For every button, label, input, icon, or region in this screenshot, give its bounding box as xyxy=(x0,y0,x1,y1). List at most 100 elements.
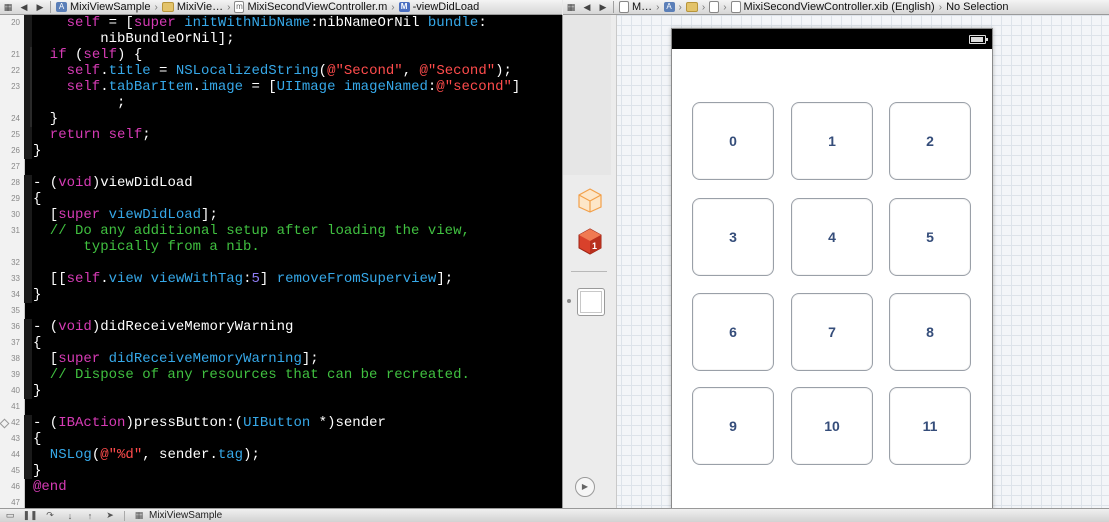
code-fold-ribbon[interactable] xyxy=(24,479,32,495)
related-items-icon[interactable]: ▦ xyxy=(0,2,16,13)
ib-canvas[interactable]: 0 1 2 3 4 5 6 7 8 9 10 11 xyxy=(611,15,1109,508)
code-fold-ribbon[interactable] xyxy=(24,15,32,31)
code-line[interactable]: 47 xyxy=(0,495,562,508)
code-line[interactable]: 30 [super viewDidLoad]; xyxy=(0,207,562,223)
breadcrumb-xib-file[interactable]: MixiSecondViewController.xib (English) xyxy=(728,1,938,13)
code-line[interactable]: 40} xyxy=(0,383,562,399)
hide-debug-area-icon[interactable]: ▭ xyxy=(0,510,20,521)
code-line[interactable]: 29 { xyxy=(0,191,562,207)
breadcrumb-localization[interactable] xyxy=(706,1,722,13)
number-button-4[interactable]: 4 xyxy=(791,198,873,276)
code-fold-ribbon[interactable] xyxy=(24,447,32,463)
files-owner-icon[interactable] xyxy=(577,187,603,213)
breadcrumb-project[interactable]: A xyxy=(661,2,678,12)
code-line[interactable]: nibBundleOrNil]; xyxy=(0,31,562,47)
code-line[interactable]: ; xyxy=(0,95,562,111)
breadcrumb-method[interactable]: M -viewDidLoad xyxy=(396,1,483,13)
code-editor[interactable]: 20 self = [super initWithNibName:nibNameO… xyxy=(0,15,562,508)
code-fold-ribbon[interactable] xyxy=(24,159,32,175)
code-fold-ribbon[interactable] xyxy=(24,191,32,207)
code-line[interactable]: 31 // Do any additional setup after loadi… xyxy=(0,223,562,239)
breadcrumb-group[interactable] xyxy=(683,2,701,12)
code-line[interactable]: 23 self.tabBarItem.image = [UIImage image… xyxy=(0,79,562,95)
step-into-icon[interactable]: ↓ xyxy=(60,511,80,521)
code-line[interactable]: 36 - (void)didReceiveMemoryWarning xyxy=(0,319,562,335)
code-fold-ribbon[interactable] xyxy=(24,79,32,95)
code-fold-ribbon[interactable] xyxy=(24,31,32,47)
related-items-icon[interactable]: ▦ xyxy=(563,2,579,13)
code-fold-ribbon[interactable] xyxy=(24,367,32,383)
code-line[interactable]: 42- (IBAction)pressButton:(UIButton *)se… xyxy=(0,415,562,431)
number-button-0[interactable]: 0 xyxy=(692,102,774,180)
number-button-5[interactable]: 5 xyxy=(889,198,971,276)
breadcrumb-project[interactable]: A MixiViewSample xyxy=(53,1,154,13)
forward-arrow-icon[interactable]: ▶ xyxy=(32,2,48,13)
number-button-2[interactable]: 2 xyxy=(889,102,971,180)
code-line[interactable]: 41 xyxy=(0,399,562,415)
code-line[interactable]: 45} xyxy=(0,463,562,479)
number-button-11[interactable]: 11 xyxy=(889,387,971,465)
code-fold-ribbon[interactable] xyxy=(24,223,32,239)
code-line[interactable]: 21 if (self) { xyxy=(0,47,562,63)
code-fold-ribbon[interactable] xyxy=(24,271,32,287)
back-arrow-icon[interactable]: ◀ xyxy=(16,2,32,13)
code-fold-ribbon[interactable] xyxy=(24,335,32,351)
code-fold-ribbon[interactable] xyxy=(24,495,32,508)
expand-document-outline-button[interactable]: ▶ xyxy=(575,477,595,497)
number-button-8[interactable]: 8 xyxy=(889,293,971,371)
code-line[interactable]: 39 // Dispose of any resources that can b… xyxy=(0,367,562,383)
code-fold-ribbon[interactable] xyxy=(24,143,32,159)
view-object-icon[interactable] xyxy=(577,288,605,316)
code-fold-ribbon[interactable] xyxy=(24,415,32,431)
first-responder-icon[interactable]: 1 xyxy=(577,227,603,255)
code-line[interactable]: 25 return self; xyxy=(0,127,562,143)
code-line[interactable]: 37 { xyxy=(0,335,562,351)
code-line[interactable]: 43 { xyxy=(0,431,562,447)
code-line[interactable]: 46 @end xyxy=(0,479,562,495)
number-button-7[interactable]: 7 xyxy=(791,293,873,371)
code-fold-ribbon[interactable] xyxy=(24,239,32,255)
iphone-view[interactable]: 0 1 2 3 4 5 6 7 8 9 10 11 xyxy=(671,28,993,508)
number-button-10[interactable]: 10 xyxy=(791,387,873,465)
breadcrumb-group[interactable]: MixiVie… xyxy=(159,1,226,13)
code-fold-ribbon[interactable] xyxy=(24,287,32,303)
back-arrow-icon[interactable]: ◀ xyxy=(579,2,595,13)
code-line[interactable]: typically from a nib. xyxy=(0,239,562,255)
breadcrumb-file[interactable]: m MixiSecondViewController.m xyxy=(231,1,390,13)
code-fold-ribbon[interactable] xyxy=(24,47,32,63)
code-fold-ribbon[interactable] xyxy=(24,351,32,367)
breadcrumb-selection[interactable]: No Selection xyxy=(943,1,1011,13)
code-fold-ribbon[interactable] xyxy=(24,207,32,223)
code-fold-ribbon[interactable] xyxy=(24,399,32,415)
location-icon[interactable]: ➤ xyxy=(100,510,120,521)
code-fold-ribbon[interactable] xyxy=(24,111,32,127)
code-line[interactable]: 35 xyxy=(0,303,562,319)
code-fold-ribbon[interactable] xyxy=(24,319,32,335)
step-out-icon[interactable]: ↑ xyxy=(80,511,100,521)
code-fold-ribbon[interactable] xyxy=(24,63,32,79)
number-button-1[interactable]: 1 xyxy=(791,102,873,180)
code-fold-ribbon[interactable] xyxy=(24,255,32,271)
code-fold-ribbon[interactable] xyxy=(24,95,32,111)
code-line[interactable]: 34} xyxy=(0,287,562,303)
code-line[interactable]: 38 [super didReceiveMemoryWarning]; xyxy=(0,351,562,367)
forward-arrow-icon[interactable]: ▶ xyxy=(595,2,611,13)
number-button-3[interactable]: 3 xyxy=(692,198,774,276)
number-button-6[interactable]: 6 xyxy=(692,293,774,371)
code-line[interactable]: 27 xyxy=(0,159,562,175)
code-fold-ribbon[interactable] xyxy=(24,175,32,191)
code-line[interactable]: 20 self = [super initWithNibName:nibNameO… xyxy=(0,15,562,31)
code-fold-ribbon[interactable] xyxy=(24,431,32,447)
code-line[interactable]: 44 NSLog(@"%d", sender.tag); xyxy=(0,447,562,463)
step-over-icon[interactable]: ↷ xyxy=(40,510,60,521)
code-line[interactable]: 22 self.title = NSLocalizedString(@"Secon… xyxy=(0,63,562,79)
code-line[interactable]: 24} xyxy=(0,111,562,127)
number-button-9[interactable]: 9 xyxy=(692,387,774,465)
code-line[interactable]: 32 xyxy=(0,255,562,271)
code-fold-ribbon[interactable] xyxy=(24,463,32,479)
code-fold-ribbon[interactable] xyxy=(24,303,32,319)
code-line[interactable]: 33 [[self.view viewWithTag:5] removeFromS… xyxy=(0,271,562,287)
breadcrumb-target[interactable]: M… xyxy=(616,1,655,13)
code-line[interactable]: 26} xyxy=(0,143,562,159)
code-fold-ribbon[interactable] xyxy=(24,383,32,399)
